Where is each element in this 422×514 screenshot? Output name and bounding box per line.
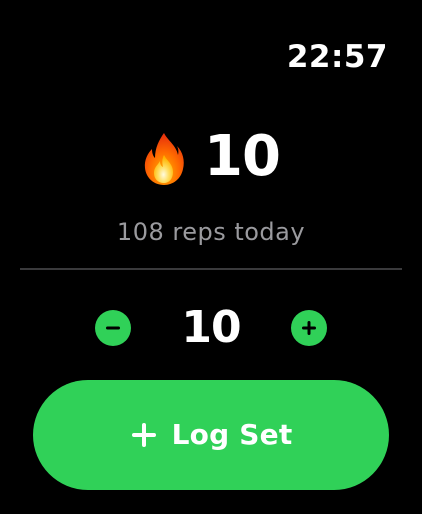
flame-icon <box>144 133 184 185</box>
increment-button[interactable] <box>291 310 327 346</box>
log-set-button[interactable]: Log Set <box>33 380 389 490</box>
status-time: 22:57 <box>286 39 388 75</box>
plus-icon <box>131 423 156 447</box>
streak-count: 10 <box>204 124 281 189</box>
reps-stepper: 10 <box>0 300 422 356</box>
reps-today-label: 108 reps today <box>116 218 306 246</box>
watch-screen: 22:57 10 108 reps today 10 Log Set <box>0 0 422 514</box>
divider <box>20 268 402 270</box>
stepper-value: 10 <box>181 302 241 353</box>
log-set-label: Log Set <box>171 418 293 451</box>
streak-display: 10 <box>0 122 422 192</box>
plus-icon <box>302 321 316 335</box>
